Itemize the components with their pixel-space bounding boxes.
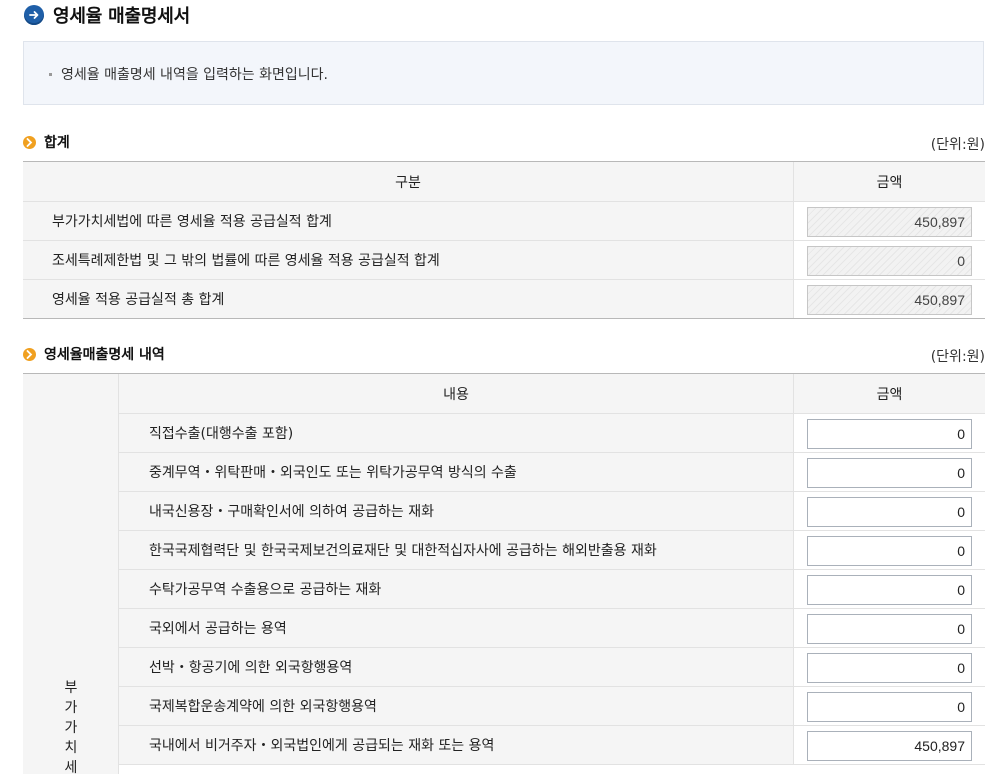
details-amount-input[interactable] [807, 692, 972, 722]
details-amount-cell [793, 609, 985, 647]
details-row-label: 중계무역・위탁판매・외국인도 또는 위탁가공무역 방식의 수출 [119, 453, 793, 491]
summary-amount-cell [793, 280, 985, 318]
page-title: 영세율 매출명세서 [53, 6, 190, 27]
summary-amount-cell [793, 241, 985, 279]
summary-row-label: 영세율 적용 공급실적 총 합계 [23, 280, 793, 318]
details-amount-cell [793, 648, 985, 686]
group-label-char: 부 [64, 680, 78, 696]
summary-table: 구분 금액 부가가치세법에 따른 영세율 적용 공급실적 합계 조세특례제한법 … [23, 161, 985, 319]
details-row-label: 국제복합운송계약에 의한 외국항행용역 [119, 687, 793, 725]
details-amount-cell [793, 414, 985, 452]
summary-row: 조세특례제한법 및 그 밖의 법률에 따른 영세율 적용 공급실적 합계 [23, 241, 985, 280]
details-amount-cell [793, 570, 985, 608]
details-row: 선박・항공기에 의한 외국항행용역 [119, 648, 985, 687]
amount-column-header: 금액 [793, 374, 985, 413]
details-row: 국내에서 비거주자・외국법인에게 공급되는 재화 또는 용역 [119, 726, 985, 765]
group-label-char: 치 [64, 740, 78, 756]
details-amount-input[interactable] [807, 575, 972, 605]
details-row: 수탁가공무역 수출용으로 공급하는 재화 [119, 570, 985, 609]
details-amount-input[interactable] [807, 458, 972, 488]
group-label: 부 가 가 치 세 [23, 678, 119, 778]
details-amount-cell [793, 492, 985, 530]
group-label-char: 가 [64, 700, 78, 716]
details-row-label: 선박・항공기에 의한 외국항행용역 [119, 648, 793, 686]
details-row: 한국국제협력단 및 한국국제보건의료재단 및 대한적십자사에 공급하는 해외반출… [119, 531, 985, 570]
summary-unit-label: (단위:원) [930, 137, 985, 153]
group-label-char: 세 [64, 760, 78, 776]
details-section-header: 영세율매출명세 내역 [23, 344, 165, 364]
details-amount-input[interactable] [807, 497, 972, 527]
summary-row-label: 조세특례제한법 및 그 밖의 법률에 따른 영세율 적용 공급실적 합계 [23, 241, 793, 279]
details-amount-cell [793, 453, 985, 491]
page: 영세율 매출명세서 영세율 매출명세 내역을 입력하는 화면입니다. 합계 (단… [0, 0, 994, 776]
details-amount-input[interactable] [807, 653, 972, 683]
page-header: 영세율 매출명세서 [24, 2, 190, 28]
chevron-right-circle-icon [23, 347, 36, 361]
category-column-header: 구분 [23, 162, 793, 201]
details-row: 직접수출(대행수출 포함) [119, 414, 985, 453]
details-amount-cell [793, 726, 985, 764]
description-box: 영세율 매출명세 내역을 입력하는 화면입니다. [23, 41, 984, 105]
arrow-right-circle-icon [24, 5, 44, 25]
details-row-label: 국외에서 공급하는 용역 [119, 609, 793, 647]
details-row-label: 한국국제협력단 및 한국국제보건의료재단 및 대한적십자사에 공급하는 해외반출… [119, 531, 793, 569]
summary-row: 부가가치세법에 따른 영세율 적용 공급실적 합계 [23, 202, 985, 241]
summary-amount-field[interactable] [807, 207, 972, 237]
details-row-label: 내국신용장・구매확인서에 의하여 공급하는 재화 [119, 492, 793, 530]
summary-amount-field[interactable] [807, 246, 972, 276]
details-row: 내국신용장・구매확인서에 의하여 공급하는 재화 [119, 492, 985, 531]
details-row: 국외에서 공급하는 용역 [119, 609, 985, 648]
details-rows: 내용 금액 직접수출(대행수출 포함) 중계무역・위탁판매・외국인도 또는 위탁… [119, 374, 985, 765]
bullet-icon [49, 73, 52, 76]
group-label-char: 가 [64, 720, 78, 736]
details-row-label: 수탁가공무역 수출용으로 공급하는 재화 [119, 570, 793, 608]
group-column: 부 가 가 치 세 [23, 374, 119, 776]
details-row-label: 직접수출(대행수출 포함) [119, 414, 793, 452]
details-table: 부 가 가 치 세 내용 금액 직접수출(대행수출 포함) 중계무역・위탁판매・… [23, 373, 985, 776]
details-amount-input[interactable] [807, 419, 972, 449]
details-amount-input[interactable] [807, 614, 972, 644]
summary-amount-field[interactable] [807, 285, 972, 315]
chevron-right-circle-icon [23, 135, 36, 149]
details-section-title: 영세율매출명세 내역 [44, 347, 165, 363]
details-amount-input[interactable] [807, 731, 972, 761]
details-row: 중계무역・위탁판매・외국인도 또는 위탁가공무역 방식의 수출 [119, 453, 985, 492]
summary-amount-cell [793, 202, 985, 240]
details-amount-cell [793, 531, 985, 569]
summary-section-title: 합계 [44, 135, 70, 151]
summary-row-label: 부가가치세법에 따른 영세율 적용 공급실적 합계 [23, 202, 793, 240]
amount-column-header: 금액 [793, 162, 985, 201]
content-column-header: 내용 [119, 374, 793, 413]
page-description: 영세율 매출명세 내역을 입력하는 화면입니다. [61, 67, 328, 83]
summary-table-header: 구분 금액 [23, 162, 985, 202]
details-row: 국제복합운송계약에 의한 외국항행용역 [119, 687, 985, 726]
details-amount-cell [793, 687, 985, 725]
details-amount-input[interactable] [807, 536, 972, 566]
details-table-header: 내용 금액 [119, 374, 985, 414]
summary-row: 영세율 적용 공급실적 총 합계 [23, 280, 985, 319]
details-unit-label: (단위:원) [930, 349, 985, 365]
summary-section-header: 합계 [23, 132, 70, 152]
details-row-label: 국내에서 비거주자・외국법인에게 공급되는 재화 또는 용역 [119, 726, 793, 764]
